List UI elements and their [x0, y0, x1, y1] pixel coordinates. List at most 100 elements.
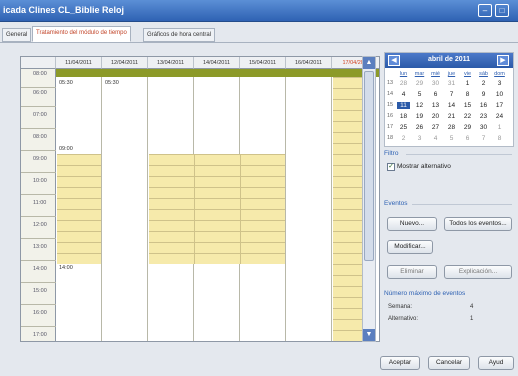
- day-cell[interactable]: 4: [397, 91, 410, 98]
- weekday-label: jue: [447, 71, 456, 77]
- day-cell[interactable]: 1: [461, 80, 474, 87]
- day-cell[interactable]: 27: [429, 124, 442, 131]
- hour-label: 16:00: [21, 308, 56, 327]
- week-calendar[interactable]: 11/04/2011 12/04/2011 13/04/2011 14/04/2…: [20, 56, 380, 342]
- help-button[interactable]: Ayud: [478, 356, 514, 370]
- week-number: 16: [387, 113, 394, 119]
- day-header[interactable]: 12/04/2011: [102, 57, 148, 69]
- day-cell[interactable]: 4: [429, 135, 442, 142]
- tab-central-time-charts[interactable]: Gráficos de hora central: [143, 28, 216, 42]
- day-cell[interactable]: 16: [477, 102, 490, 109]
- day-header[interactable]: 15/04/2011: [240, 57, 286, 69]
- day-cell[interactable]: 29: [413, 80, 426, 87]
- minimize-button[interactable]: –: [478, 4, 492, 17]
- day-cell[interactable]: 20: [429, 113, 442, 120]
- day-cell[interactable]: 26: [413, 124, 426, 131]
- day-cell[interactable]: 7: [477, 135, 490, 142]
- day-cell[interactable]: 6: [429, 91, 442, 98]
- day-cell[interactable]: 13: [429, 102, 442, 109]
- day-cell[interactable]: 15: [461, 102, 474, 109]
- day-cell[interactable]: 30: [429, 80, 442, 87]
- day-header[interactable]: 16/04/2011: [286, 57, 332, 69]
- event-label[interactable]: 05:30: [59, 80, 73, 86]
- accept-button[interactable]: Aceptar: [380, 356, 420, 370]
- delete-event-button[interactable]: Eliminar: [387, 265, 437, 279]
- calendar-scrollbar[interactable]: ▲ ▼: [362, 56, 376, 342]
- day-cell[interactable]: 29: [461, 124, 474, 131]
- events-group: Eventos: [384, 200, 514, 207]
- day-cell[interactable]: 3: [413, 135, 426, 142]
- day-cell[interactable]: 1: [493, 124, 506, 131]
- day-cell[interactable]: 19: [413, 113, 426, 120]
- hour-label: 09:00: [21, 154, 56, 173]
- show-alternative-checkbox[interactable]: ✓: [387, 163, 395, 171]
- alternative-limit-label: Alternativo:: [388, 316, 419, 322]
- explain-event-button[interactable]: Explicación...: [444, 265, 512, 279]
- day-cell[interactable]: 23: [477, 113, 490, 120]
- event-label[interactable]: 09:00: [59, 146, 73, 152]
- hour-label: 10:00: [21, 176, 56, 195]
- hour-label: 08:00: [21, 69, 56, 88]
- day-cell[interactable]: 9: [477, 91, 490, 98]
- filter-group: Filtro: [384, 150, 514, 157]
- day-header[interactable]: 14/04/2011: [194, 57, 240, 69]
- day-cell[interactable]: 8: [461, 91, 474, 98]
- title-bar: icada Clines CL_Biblie Reloj – □: [0, 0, 518, 22]
- scroll-down-icon[interactable]: ▼: [363, 329, 375, 341]
- day-cell[interactable]: 25: [397, 124, 410, 131]
- filter-group-title: Filtro: [384, 150, 399, 157]
- all-events-button[interactable]: Todos los eventos...: [444, 217, 512, 231]
- hour-label: 17:00: [21, 330, 56, 341]
- event-label[interactable]: 05:30: [105, 80, 119, 86]
- day-cell[interactable]: 2: [477, 80, 490, 87]
- day-cell[interactable]: 7: [445, 91, 458, 98]
- day-cell[interactable]: 28: [397, 80, 410, 87]
- corner-header: [21, 57, 56, 69]
- day-cell[interactable]: 5: [445, 135, 458, 142]
- day-column[interactable]: [102, 77, 148, 341]
- day-cell[interactable]: 31: [445, 80, 458, 87]
- weekday-label: mié: [431, 71, 440, 77]
- day-cell[interactable]: 18: [397, 113, 410, 120]
- day-cell[interactable]: 24: [493, 113, 506, 120]
- day-column[interactable]: [286, 77, 332, 341]
- hour-label: 11:00: [21, 198, 56, 217]
- chevron-right-icon[interactable]: ▶: [497, 55, 509, 66]
- day-cell[interactable]: 3: [493, 80, 506, 87]
- day-cell[interactable]: 30: [477, 124, 490, 131]
- week-number: 15: [387, 102, 394, 108]
- week-number: 13: [387, 80, 394, 86]
- day-cell[interactable]: 8: [493, 135, 506, 142]
- day-header[interactable]: 13/04/2011: [148, 57, 194, 69]
- day-header[interactable]: 11/04/2011: [56, 57, 102, 69]
- maximize-button[interactable]: □: [495, 4, 509, 17]
- week-number: 14: [387, 91, 394, 97]
- day-cell[interactable]: 10: [493, 91, 506, 98]
- day-cell[interactable]: 5: [413, 91, 426, 98]
- weekday-label: dom: [494, 71, 505, 77]
- hour-label: 07:00: [21, 110, 56, 129]
- mini-calendar-header: abril de 2011 ◀ ▶: [385, 53, 513, 68]
- day-cell[interactable]: 11: [397, 102, 410, 109]
- week-number: 18: [387, 135, 394, 141]
- scroll-thumb[interactable]: [364, 71, 374, 261]
- event-label[interactable]: 14:00: [59, 265, 73, 271]
- cancel-button[interactable]: Cancelar: [428, 356, 470, 370]
- day-cell[interactable]: 6: [461, 135, 474, 142]
- day-cell[interactable]: 2: [397, 135, 410, 142]
- scroll-up-icon[interactable]: ▲: [363, 57, 375, 69]
- hour-label: 06:00: [21, 88, 56, 107]
- tab-general[interactable]: General: [2, 28, 32, 42]
- mini-calendar[interactable]: abril de 2011 ◀ ▶ lun mar mié jue vie sáb dom 1…: [384, 52, 514, 147]
- day-cell[interactable]: 14: [445, 102, 458, 109]
- new-event-button[interactable]: Nuevo...: [387, 217, 437, 231]
- chevron-left-icon[interactable]: ◀: [388, 55, 400, 66]
- day-cell[interactable]: 22: [461, 113, 474, 120]
- day-cell[interactable]: 21: [445, 113, 458, 120]
- day-cell[interactable]: 28: [445, 124, 458, 131]
- tab-time-module[interactable]: Tratamiento del módulo de tiempo: [32, 26, 131, 42]
- weekday-label: mar: [414, 71, 425, 77]
- day-cell[interactable]: 17: [493, 102, 506, 109]
- modify-event-button[interactable]: Modificar...: [387, 240, 433, 254]
- day-cell[interactable]: 12: [413, 102, 426, 109]
